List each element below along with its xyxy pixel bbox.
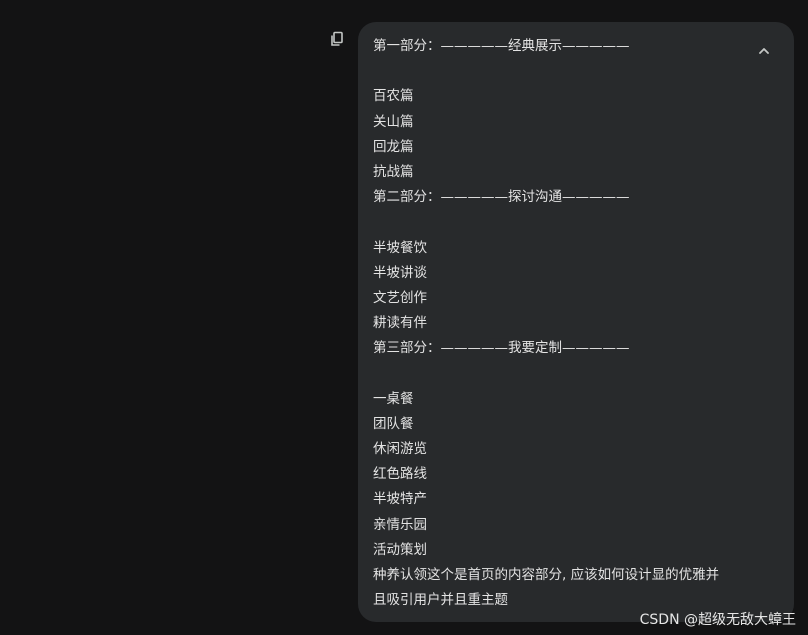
message-line: 半坡特产 xyxy=(373,491,427,508)
message-text: 第一部分：—————经典展示————— 百农篇关山篇回龙篇抗战篇第二部分：————… xyxy=(373,34,753,613)
message-line: 红色路线 xyxy=(373,466,427,483)
message-line: 关山篇 xyxy=(373,113,414,130)
copy-icon xyxy=(331,31,343,46)
message-line: 亲情乐园 xyxy=(373,516,427,533)
user-message-bubble: 第一部分：—————经典展示————— 百农篇关山篇回龙篇抗战篇第二部分：————… xyxy=(358,22,794,622)
message-line: 回龙篇 xyxy=(373,138,414,155)
message-line: 文艺创作 xyxy=(373,289,427,306)
message-line xyxy=(373,361,753,386)
copy-button[interactable] xyxy=(329,31,345,47)
message-line: 种养认领这个是首页的内容部分, 应该如何设计显的优雅并 xyxy=(373,566,720,583)
message-line xyxy=(373,59,753,84)
message-line xyxy=(373,210,753,235)
message-line: 半坡讲谈 xyxy=(373,264,427,281)
watermark: CSDN @超级无敌大蟑王 xyxy=(639,612,796,628)
message-line: 第二部分：—————探讨沟通————— xyxy=(373,189,630,206)
collapse-button[interactable] xyxy=(755,42,773,60)
message-line: 休闲游览 xyxy=(373,441,427,457)
message-line: 抗战篇 xyxy=(373,163,414,180)
chat-page: 第一部分：—————经典展示————— 百农篇关山篇回龙篇抗战篇第二部分：————… xyxy=(0,0,808,635)
message-line: 耕读有伴 xyxy=(373,315,427,332)
message-line: 百农篇 xyxy=(373,88,414,105)
message-line: 活动策划 xyxy=(373,541,427,558)
message-line: 第一部分：—————经典展示————— xyxy=(373,38,630,54)
message-line: 团队餐 xyxy=(373,415,414,432)
message-line: 第三部分：—————我要定制————— xyxy=(373,340,630,357)
chevron-up-icon xyxy=(759,48,769,54)
message-line: 一桌餐 xyxy=(373,390,414,407)
message-line: 半坡餐饮 xyxy=(373,239,427,256)
